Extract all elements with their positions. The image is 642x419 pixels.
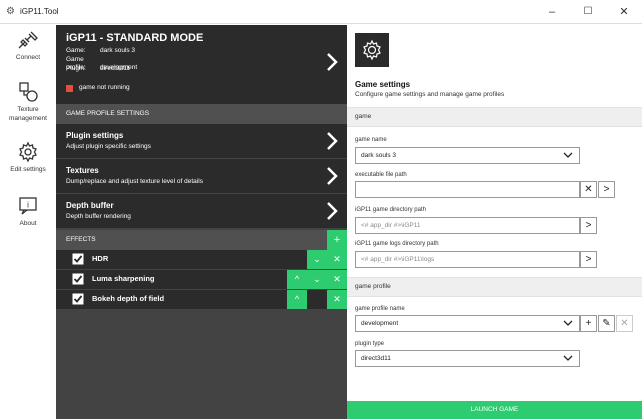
nav-subtitle: Adjust plugin specific settings — [66, 143, 151, 150]
game-settings-panel: Game settings Configure game settings an… — [347, 25, 642, 419]
chevron-down-icon — [563, 355, 573, 361]
effect-row-bokeh: Bokeh depth of field ^ ✕ — [56, 290, 347, 309]
profile-name-value: development — [361, 320, 399, 327]
svg-text:i: i — [27, 201, 29, 210]
browse-logs-dir-button[interactable]: > — [580, 251, 597, 268]
logs-dir-label: iGP11 game logs directory path — [355, 241, 439, 247]
logs-dir-input[interactable]: <# app_dir #>\iGP11\logs — [355, 251, 580, 268]
maximize-button[interactable]: ☐ — [570, 0, 606, 24]
profile-settings-header: GAME PROFILE SETTINGS — [56, 104, 347, 124]
remove-effect-button[interactable]: ✕ — [327, 250, 347, 269]
browse-game-dir-button[interactable]: > — [580, 217, 597, 234]
edit-profile-button[interactable]: ✎ — [598, 315, 615, 332]
exe-path-input[interactable] — [355, 181, 580, 198]
sidebar-label-connect: Connect — [15, 54, 41, 61]
nav-depth-buffer[interactable]: Depth buffer Depth buffer rendering — [56, 194, 347, 228]
chevron-right-icon — [327, 132, 338, 150]
game-dir-label: iGP11 game directory path — [355, 207, 426, 213]
nav-subtitle: Dump/replace and adjust texture level of… — [66, 178, 203, 185]
nav-subtitle: Depth buffer rendering — [66, 213, 131, 220]
nav-textures[interactable]: Textures Dump/replace and adjust texture… — [56, 159, 347, 193]
title-bar: ⚙ iGP11.Tool – ☐ ✕ — [0, 0, 642, 24]
effect-name: Luma sharpening — [92, 274, 155, 283]
clear-exe-button[interactable]: ✕ — [580, 181, 597, 198]
chevron-down-icon — [563, 152, 573, 158]
add-effect-button[interactable]: + — [327, 230, 347, 250]
sidebar-label-texture-management: Texture management — [9, 106, 47, 122]
browse-exe-button[interactable]: > — [598, 181, 615, 198]
group-profile-header: game profile — [347, 277, 642, 297]
sidebar-item-texture-management[interactable]: Texture management — [0, 81, 56, 123]
status-card[interactable]: iGP11 - STANDARD MODE Game: dark souls 3 … — [56, 25, 347, 104]
move-up-button[interactable]: ^ — [287, 290, 307, 309]
move-down-button[interactable]: ⌄ — [307, 270, 327, 289]
status-game: Game: dark souls 3 — [66, 47, 136, 54]
sidebar-label-edit-settings: Edit settings — [10, 166, 46, 173]
chevron-down-icon — [563, 320, 573, 326]
nav-title: Plugin settings — [66, 131, 124, 140]
group-game-header: game — [347, 107, 642, 127]
settings-badge — [355, 33, 389, 67]
close-button[interactable]: ✕ — [606, 0, 642, 24]
plug-icon — [18, 31, 38, 49]
sidebar-item-connect[interactable]: Connect — [0, 29, 56, 62]
plugin-type-value: direct3d11 — [361, 355, 391, 362]
gear-icon — [19, 141, 37, 163]
effect-row-hdr: HDR ⌄ ✕ — [56, 250, 347, 269]
plugin-type-dropdown[interactable]: direct3d11 — [355, 350, 580, 367]
profile-name-label: game profile name — [355, 306, 405, 312]
panel-title: Game settings — [355, 80, 411, 89]
checkbox-checked-icon[interactable] — [72, 253, 84, 265]
status-plugin: Plugin: direct3d11 — [66, 65, 130, 72]
delete-profile-button[interactable]: ✕ — [616, 315, 633, 332]
add-profile-button[interactable]: + — [580, 315, 597, 332]
sidebar: Connect Texture management Edit settings — [0, 25, 56, 419]
remove-effect-button[interactable]: ✕ — [327, 290, 347, 309]
chevron-right-icon — [327, 167, 338, 185]
exe-path-label: executable file path — [355, 172, 407, 178]
app-icon: ⚙ — [6, 6, 15, 17]
game-name-dropdown[interactable]: dark souls 3 — [355, 147, 580, 164]
effect-row-luma: Luma sharpening ^ ⌄ ✕ — [56, 270, 347, 289]
shapes-icon — [19, 82, 38, 102]
effects-title: EFFECTS — [66, 236, 96, 243]
game-name-label: game name — [355, 137, 387, 143]
move-down-button[interactable]: ⌄ — [307, 250, 327, 269]
game-name-value: dark souls 3 — [361, 152, 397, 159]
sidebar-item-about[interactable]: i About — [0, 195, 56, 228]
nav-title: Depth buffer — [66, 201, 114, 210]
minimize-button[interactable]: – — [534, 0, 570, 24]
panel-subtitle: Configure game settings and manage game … — [355, 91, 505, 98]
gear-icon — [363, 39, 381, 61]
profile-name-dropdown[interactable]: development — [355, 315, 580, 332]
status-indicator — [66, 85, 73, 92]
nav-title: Textures — [66, 166, 99, 175]
info-icon: i — [19, 197, 37, 215]
remove-effect-button[interactable]: ✕ — [327, 270, 347, 289]
chevron-right-icon — [327, 53, 338, 71]
status-text: game not running — [79, 84, 130, 91]
checkbox-checked-icon[interactable] — [72, 293, 84, 305]
effect-name: Bokeh depth of field — [92, 294, 165, 303]
sidebar-label-about: About — [19, 220, 37, 227]
launch-game-button[interactable]: LAUNCH GAME — [347, 401, 642, 419]
window-title: iGP11.Tool — [20, 7, 59, 16]
game-dir-input[interactable]: <# app_dir #>\iGP11 — [355, 217, 580, 234]
chevron-right-icon — [327, 202, 338, 220]
profile-panel: iGP11 - STANDARD MODE Game: dark souls 3 … — [56, 25, 347, 419]
effect-name: HDR — [92, 254, 109, 263]
effects-header: EFFECTS + — [56, 230, 347, 250]
sidebar-item-edit-settings[interactable]: Edit settings — [0, 141, 56, 174]
nav-plugin-settings[interactable]: Plugin settings Adjust plugin specific s… — [56, 124, 347, 158]
plugin-type-label: plugin type — [355, 341, 385, 347]
move-up-button[interactable]: ^ — [287, 270, 307, 289]
checkbox-checked-icon[interactable] — [72, 273, 84, 285]
mode-title: iGP11 - STANDARD MODE — [66, 32, 204, 44]
